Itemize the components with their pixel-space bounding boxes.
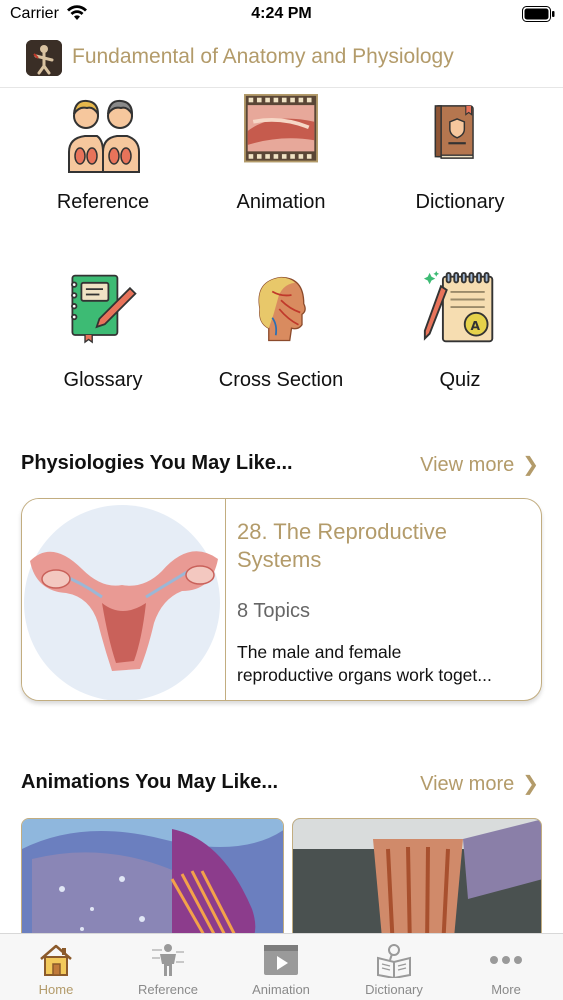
tab-dictionary[interactable]: Dictionary	[338, 934, 450, 1000]
physiology-view-more-link[interactable]: View more ❯	[420, 452, 539, 477]
book-search-icon	[377, 944, 411, 978]
physiology-card-title-line2: Systems	[237, 547, 322, 572]
physiology-card-title-line1: 28. The Reproductive	[237, 519, 447, 544]
tile-dictionary[interactable]: Dictionary	[370, 94, 550, 244]
tab-animation[interactable]: Animation	[225, 934, 337, 1000]
quiz-notepad-icon: A	[423, 271, 494, 343]
tile-label-glossary: Glossary	[63, 369, 143, 391]
tile-quiz[interactable]: A Quiz	[370, 271, 550, 421]
tile-glossary[interactable]: Glossary	[13, 271, 193, 421]
app-header: Fundamental of Anatomy and Physiology	[0, 30, 563, 88]
tile-label-cross-section: Cross Section	[218, 369, 344, 391]
reproductive-system-image	[22, 499, 226, 700]
physiology-card-description: The male and female reproductive organs …	[237, 641, 533, 687]
notebook-pencil-icon	[71, 274, 137, 344]
battery-icon	[522, 6, 555, 22]
chevron-right-icon: ❯	[522, 773, 539, 795]
physiology-card-description-line1: The male and female	[237, 642, 402, 662]
animation-section-title: Animations You May Like...	[21, 771, 279, 793]
physiology-card-title: 28. The Reproductive Systems	[237, 518, 527, 574]
clock: 4:24 PM	[251, 5, 312, 22]
animation-card[interactable]	[21, 818, 284, 948]
animation-view-more-label: View more	[420, 773, 515, 795]
tile-reference[interactable]: Reference	[13, 94, 193, 244]
play-icon	[264, 945, 298, 975]
tile-label-animation: Animation	[236, 191, 326, 213]
home-icon	[40, 944, 72, 976]
physiology-card-description-line2: reproductive organs work toget...	[237, 665, 492, 685]
tile-animation[interactable]: Animation	[191, 94, 371, 244]
head-cross-section-icon	[258, 276, 306, 342]
svg-text:A: A	[470, 319, 480, 333]
app-title: Fundamental of Anatomy and Physiology	[72, 45, 454, 68]
more-dots-icon	[490, 956, 522, 964]
tab-label-reference: Reference	[138, 982, 198, 997]
book-icon	[434, 105, 474, 159]
status-bar: Carrier 4:24 PM	[0, 0, 563, 30]
film-strip-icon	[244, 94, 318, 163]
people-anatomy-icon	[68, 99, 140, 173]
animation-thumbnail-2	[293, 819, 541, 947]
tab-label-animation: Animation	[252, 982, 310, 997]
anatomy-figure-logo-icon	[26, 40, 62, 76]
physiology-view-more-label: View more	[420, 454, 515, 476]
tab-label-more: More	[491, 982, 521, 997]
tab-home[interactable]: Home	[0, 934, 112, 1000]
animation-thumbnail-1	[22, 819, 283, 947]
physiology-card[interactable]: 28. The Reproductive Systems 8 Topics Th…	[21, 498, 542, 701]
tile-cross-section[interactable]: Cross Section	[191, 271, 371, 421]
tab-reference[interactable]: Reference	[112, 934, 224, 1000]
chevron-right-icon: ❯	[522, 454, 539, 476]
animation-card[interactable]	[292, 818, 542, 948]
tile-label-dictionary: Dictionary	[415, 191, 505, 213]
physiology-card-topics: 8 Topics	[237, 600, 311, 622]
tab-more[interactable]: More	[450, 934, 562, 1000]
tile-label-quiz: Quiz	[439, 369, 481, 391]
body-figure-icon	[152, 944, 184, 976]
physiology-section-title: Physiologies You May Like...	[21, 452, 293, 474]
tab-label-dictionary: Dictionary	[365, 982, 423, 997]
tab-label-home: Home	[38, 982, 74, 997]
animation-view-more-link[interactable]: View more ❯	[420, 771, 539, 796]
tile-label-reference: Reference	[56, 191, 150, 213]
tab-bar: Home Reference Animation Dictionary More	[0, 933, 563, 1000]
